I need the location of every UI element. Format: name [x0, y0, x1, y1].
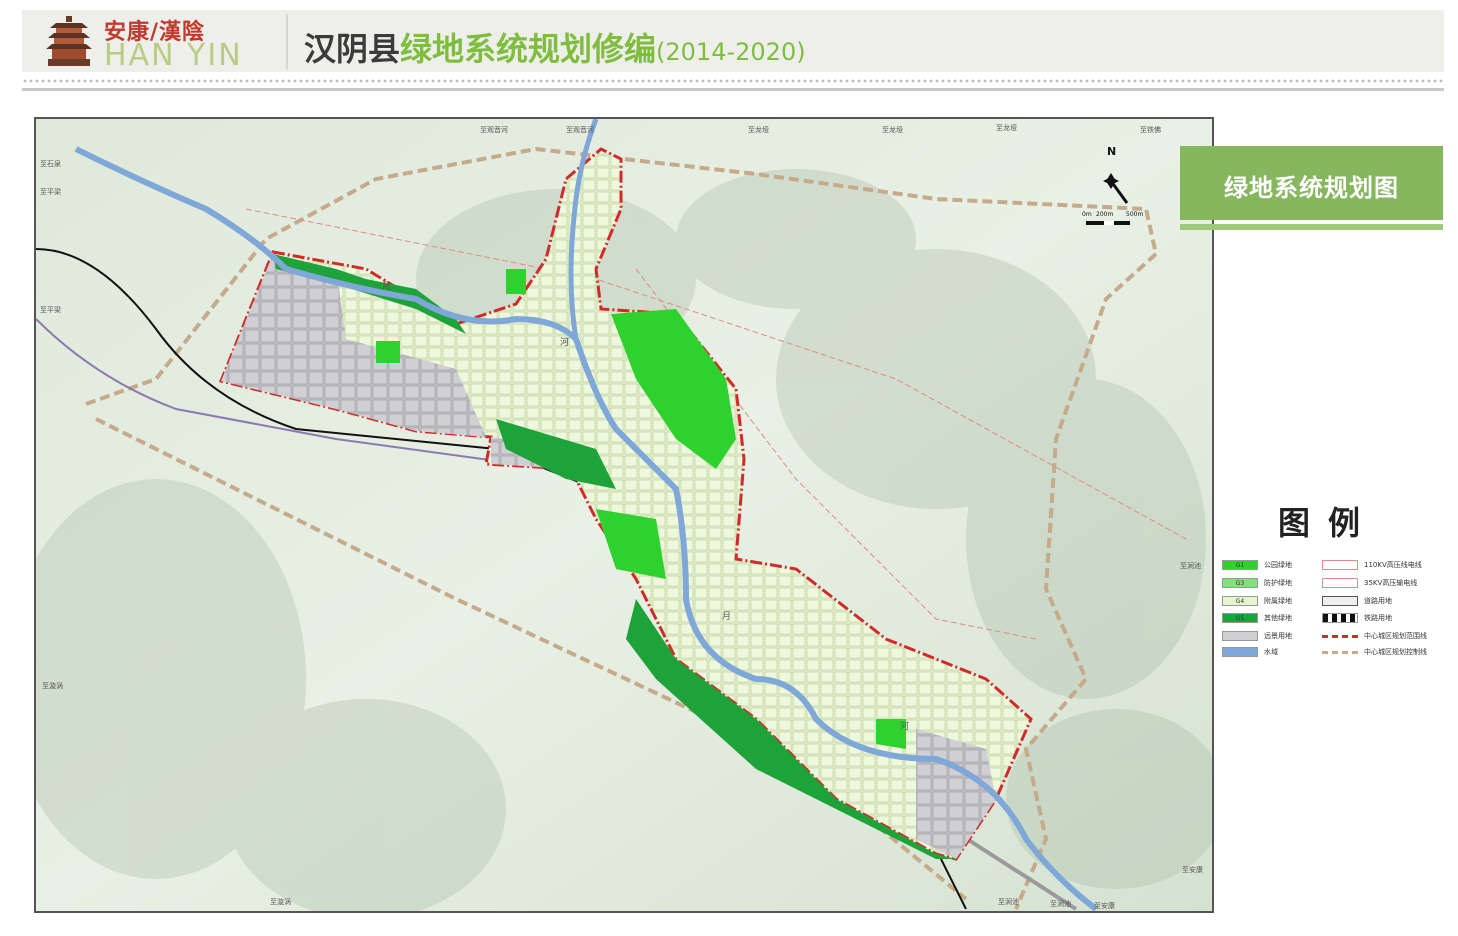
legend-label: 35KV高压输电线 [1364, 579, 1418, 587]
place-label: 至观音河 [566, 126, 594, 134]
map-title: 绿地系统规划图 [1224, 174, 1399, 202]
legend-title: 图例 [1278, 504, 1379, 542]
place-label: 至龙垭 [882, 126, 903, 134]
place-label: 至涧池 [1050, 900, 1071, 908]
title-years: (2014-2020) [656, 38, 806, 66]
panel-underline [1180, 224, 1443, 230]
legend-swatch: G3 [1222, 578, 1258, 588]
header-bar: 安康/漢陰 HAN YIN 汉阴县绿地系统规划修编(2014-2020) [22, 10, 1444, 73]
river-label: 河 [900, 722, 910, 732]
place-label: 至龙垭 [996, 124, 1017, 132]
place-label: 至涧池 [1180, 562, 1201, 570]
legend-label: 110KV高压线电线 [1364, 561, 1422, 569]
legend-label: 中心城区规划范围线 [1364, 632, 1427, 640]
legend-swatch [1222, 647, 1258, 657]
dotted-divider [22, 78, 1444, 84]
legend-swatch [1222, 631, 1258, 641]
legend-swatch [1322, 560, 1358, 570]
legend-swatch: G1 [1222, 560, 1258, 570]
legend-label: 附属绿地 [1264, 597, 1292, 605]
legend-swatch [1322, 651, 1358, 654]
legend-label: 其他绿地 [1264, 614, 1292, 622]
legend-label: 道路用地 [1364, 597, 1392, 605]
place-label: 至涧池 [998, 898, 1019, 906]
pagoda-logo-icon [46, 16, 92, 66]
legend-swatch [1322, 635, 1358, 638]
page-title: 汉阴县绿地系统规划修编(2014-2020) [304, 24, 806, 70]
title-plan: 绿地系统规划修编 [400, 30, 657, 68]
river-label: 月 [382, 282, 392, 292]
place-label: 至石泉 [40, 160, 61, 168]
legend-swatch: G4 [1222, 596, 1258, 606]
header-rule [22, 88, 1444, 91]
place-label: 至平梁 [40, 306, 61, 314]
place-label: 至漩涡 [270, 898, 291, 906]
scale-label-500: 500m [1126, 211, 1143, 218]
place-label: 至龙垭 [748, 126, 769, 134]
legend: G1 公园绿地 G3 防护绿地 G4 附属绿地 G5 其他绿地 远景用地 水域 … [1222, 560, 1442, 670]
legend-label: 防护绿地 [1264, 579, 1292, 587]
legend-label: 铁路用地 [1364, 614, 1392, 622]
legend-swatch [1322, 596, 1358, 606]
logo-english-text: HAN YIN [104, 38, 243, 73]
place-label: 至平梁 [40, 188, 61, 196]
map-title-panel: 绿地系统规划图 [1180, 146, 1443, 220]
legend-label: 公园绿地 [1264, 561, 1292, 569]
legend-label: 水域 [1264, 648, 1278, 656]
river-label: 河 [560, 338, 570, 348]
place-label: 至铁佛 [1140, 126, 1161, 134]
scale-label-200: 200m [1096, 211, 1113, 218]
legend-swatch [1322, 613, 1358, 623]
river-label: 月 [722, 612, 732, 622]
green-space-map[interactable]: N 0m 200m 500m 至观音河 至观音河 至龙垭 至龙垭 至龙垭 至铁佛… [34, 117, 1214, 913]
scale-label-0: 0m [1082, 211, 1092, 218]
legend-swatch: G5 [1222, 613, 1258, 623]
header-divider [286, 14, 288, 70]
legend-label: 中心城区规划控制线 [1364, 648, 1427, 656]
legend-swatch [1322, 578, 1358, 588]
place-label: 至漩涡 [42, 682, 63, 690]
logo: 安康/漢陰 HAN YIN [22, 10, 284, 73]
title-county: 汉阴县 [304, 30, 401, 68]
legend-label: 远景用地 [1264, 632, 1292, 640]
place-label: 至观音河 [480, 126, 508, 134]
scale-bar [1086, 221, 1130, 225]
map-canvas: N 0m 200m 500m [36, 119, 1212, 911]
place-label: 至安康 [1094, 902, 1115, 910]
place-label: 至安康 [1182, 866, 1203, 874]
compass-north: N [1107, 145, 1116, 158]
